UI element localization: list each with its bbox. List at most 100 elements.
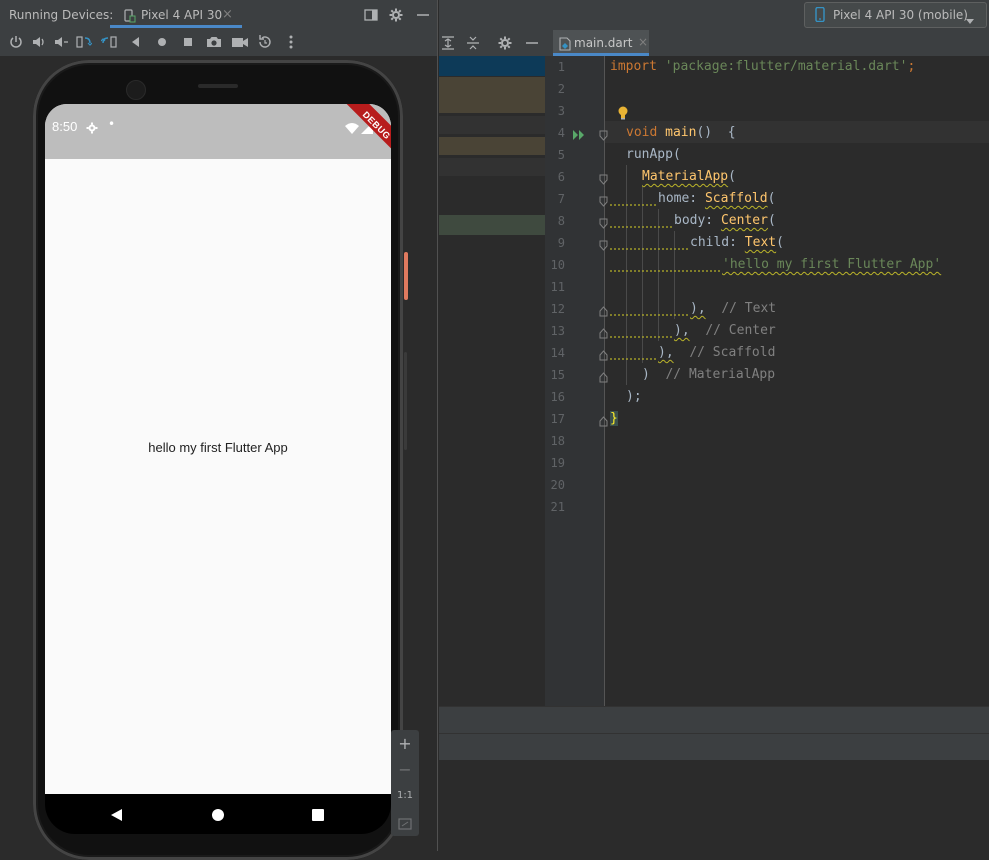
line-number: 6 <box>557 170 565 184</box>
fold-end-icon[interactable] <box>599 368 608 383</box>
nav-home-icon[interactable] <box>211 807 225 821</box>
code-line-1[interactable]: import 'package:flutter/material.dart'; <box>610 56 915 78</box>
line-number: 18 <box>550 434 565 448</box>
code-line-5[interactable]: runApp( <box>626 144 681 166</box>
structure-row[interactable] <box>439 158 545 176</box>
running-devices-header: Running Devices: Pixel 4 API 30 × <box>0 0 437 30</box>
more-options-icon[interactable] <box>284 34 298 50</box>
fold-marker-icon[interactable] <box>599 192 608 207</box>
structure-row-highlight[interactable] <box>439 137 545 155</box>
code-line-14[interactable]: ), // Scaffold <box>658 342 775 364</box>
line-number: 17 <box>550 412 565 426</box>
device-tab-close-icon[interactable]: × <box>222 7 233 22</box>
code-line-10[interactable]: 'hello my first Flutter App' <box>722 254 941 276</box>
editor-tab-main-dart[interactable]: main.dart × <box>553 30 649 56</box>
screenshot-icon[interactable] <box>205 34 223 50</box>
code-line-4[interactable]: void main() { <box>626 122 736 144</box>
line-number: 15 <box>550 368 565 382</box>
minimize-icon[interactable] <box>416 7 430 21</box>
bottom-panel <box>439 760 989 851</box>
actual-size-button[interactable]: 1:1 <box>393 784 417 808</box>
phone-speaker <box>198 84 238 88</box>
code-token: home: <box>658 191 705 206</box>
code-line-7[interactable]: home: Scaffold( <box>658 188 775 210</box>
expand-all-icon[interactable] <box>441 35 455 51</box>
structure-row-selected[interactable] <box>439 56 545 76</box>
warning-underline <box>610 268 720 272</box>
line-number: 11 <box>550 280 565 294</box>
fold-marker-icon[interactable] <box>599 214 608 229</box>
code-line-6[interactable]: MaterialApp( <box>642 166 736 188</box>
fold-end-icon[interactable] <box>599 412 608 427</box>
status-bar: 8:50 • <box>45 104 391 159</box>
code-line-15[interactable]: ) // MaterialApp <box>642 364 775 386</box>
code-line-8[interactable]: body: Center( <box>674 210 776 232</box>
fold-marker-icon[interactable] <box>599 236 608 251</box>
code-token: main <box>665 125 697 140</box>
code-line-13[interactable]: ), // Center <box>674 320 776 342</box>
device-selector[interactable]: Pixel 4 API 30 (mobile) <box>804 2 987 28</box>
nav-overview-icon[interactable] <box>311 807 325 821</box>
fold-end-icon[interactable] <box>599 324 608 339</box>
code-line-9[interactable]: child: Text( <box>690 232 784 254</box>
home-icon[interactable] <box>155 34 169 50</box>
fit-screen-icon[interactable] <box>398 815 412 830</box>
power-icon[interactable] <box>9 34 23 50</box>
line-number: 16 <box>550 390 565 404</box>
line-number: 20 <box>550 478 565 492</box>
run-icon[interactable] <box>572 126 586 140</box>
overview-icon[interactable] <box>181 34 195 50</box>
code-line-12[interactable]: ), // Text <box>690 298 776 320</box>
code-token: MaterialApp <box>642 169 729 184</box>
code-token: ( <box>776 235 784 250</box>
power-side-button[interactable] <box>404 252 408 300</box>
code-comment: // Text <box>721 301 777 316</box>
status-time: 8:50 <box>52 119 78 134</box>
volume-up-icon[interactable] <box>31 34 47 50</box>
line-number: 7 <box>557 192 565 206</box>
gear-icon[interactable] <box>389 7 403 22</box>
fold-end-icon[interactable] <box>599 346 608 361</box>
snapshot-icon[interactable] <box>257 34 273 50</box>
zoom-out-button[interactable]: − <box>393 758 417 782</box>
lightbulb-icon[interactable] <box>617 105 629 120</box>
fold-marker-icon[interactable] <box>599 126 608 141</box>
phone-screen[interactable]: 8:50 • DEBUG hello my first Flutter App <box>45 104 391 794</box>
fold-end-icon[interactable] <box>599 302 608 317</box>
structure-minimize-icon[interactable] <box>525 35 539 49</box>
line-number: 8 <box>557 214 565 228</box>
device-tab[interactable]: Pixel 4 API 30 × <box>110 0 242 30</box>
code-token: body: <box>674 213 721 228</box>
nav-back-icon[interactable] <box>110 807 124 821</box>
volume-side-button[interactable] <box>404 352 407 450</box>
code-token: } <box>610 411 618 426</box>
structure-row-highlight[interactable] <box>439 215 545 235</box>
line-number: 14 <box>550 346 565 360</box>
screen-record-icon[interactable] <box>231 34 249 50</box>
structure-gear-icon[interactable] <box>498 35 512 50</box>
back-icon[interactable] <box>129 34 143 50</box>
warning-underline <box>610 246 688 250</box>
rotate-left-icon[interactable] <box>76 34 93 50</box>
volume-down-icon[interactable] <box>53 34 69 50</box>
rotate-right-icon[interactable] <box>100 34 117 50</box>
device-selector-label: Pixel 4 API 30 (mobile) <box>833 8 968 22</box>
editor-tab-close-icon[interactable]: × <box>638 35 648 49</box>
structure-row[interactable] <box>439 116 545 134</box>
code-line-17[interactable]: } <box>610 408 618 430</box>
line-number: 4 <box>557 126 565 140</box>
fold-marker-icon[interactable] <box>599 170 608 185</box>
window-layout-icon[interactable] <box>364 7 378 21</box>
line-number: 19 <box>550 456 565 470</box>
bottom-status-bar <box>439 733 989 761</box>
collapse-all-icon[interactable] <box>466 35 480 51</box>
structure-row-highlight[interactable] <box>439 77 545 113</box>
indent-guide <box>658 209 659 341</box>
code-line-16[interactable]: ); <box>626 386 642 408</box>
code-token: import <box>610 59 657 74</box>
chevron-down-icon <box>965 11 975 24</box>
code-token: 'package:flutter/material.dart' <box>664 59 908 74</box>
emulator-toolbar <box>0 30 437 56</box>
zoom-in-button[interactable]: + <box>393 732 417 756</box>
code-comment: // MaterialApp <box>665 367 776 382</box>
